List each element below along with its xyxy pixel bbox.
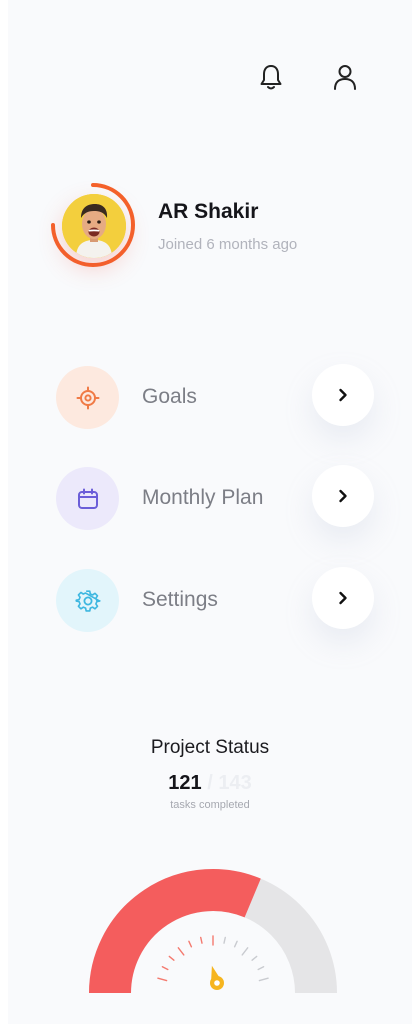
gauge-needle — [210, 965, 224, 990]
gauge-completed-arc — [89, 869, 261, 994]
avatar — [62, 194, 126, 258]
profile-screen: AR Shakir Joined 6 months ago Goals Mont… — [8, 0, 412, 1024]
gauge-tick — [241, 947, 249, 956]
chevron-right-icon — [339, 489, 347, 503]
account-button[interactable] — [330, 62, 360, 92]
monthly-plan-icon-badge — [56, 467, 119, 530]
menu-label-settings: Settings — [142, 588, 218, 611]
monthly-plan-chevron-button[interactable] — [312, 465, 374, 527]
avatar-face-image — [62, 194, 126, 258]
gear-icon — [74, 589, 100, 612]
gauge-tick — [168, 955, 175, 961]
gauge-tick — [233, 940, 238, 948]
chevron-right-icon — [339, 591, 347, 605]
gauge-tick — [223, 936, 227, 944]
gauge-tick — [161, 965, 169, 971]
user-icon — [334, 65, 356, 90]
chevron-right-icon — [339, 388, 347, 402]
goals-chevron-button[interactable] — [312, 364, 374, 426]
gauge-tick — [177, 947, 185, 956]
menu-label-goals: Goals — [142, 385, 197, 408]
gauge-tick — [199, 936, 203, 944]
tasks-total-count: 143 — [218, 772, 252, 794]
menu-item-goals[interactable]: Goals — [56, 364, 386, 430]
avatar-container[interactable] — [50, 182, 136, 268]
target-icon — [76, 386, 99, 409]
gauge-needle-hub-center — [214, 980, 220, 986]
gauge-tick — [188, 940, 193, 948]
calendar-icon — [77, 488, 98, 509]
goals-icon-badge — [56, 366, 119, 429]
menu-item-settings[interactable]: Settings — [56, 567, 386, 633]
gauge-tick — [257, 965, 265, 971]
menu-label-monthly-plan: Monthly Plan — [142, 486, 264, 509]
gauge-tick — [157, 977, 168, 982]
profile-name: AR Shakir — [158, 200, 259, 223]
joined-date: Joined 6 months ago — [158, 236, 298, 253]
count-separator: / — [207, 772, 213, 794]
project-status-title: Project Status — [150, 737, 270, 758]
tasks-count: 121 / 143 — [8, 772, 412, 795]
gauge-tick — [251, 955, 258, 961]
notification-button[interactable] — [256, 62, 286, 92]
gauge-tick — [258, 977, 269, 982]
menu-item-monthly-plan[interactable]: Monthly Plan — [56, 465, 386, 531]
project-progress-gauge — [89, 869, 337, 994]
settings-icon-badge — [56, 569, 119, 632]
profile-card: AR Shakir Joined 6 months ago — [50, 182, 380, 292]
tasks-caption: tasks completed — [170, 799, 250, 811]
tasks-completed-count: 121 — [168, 772, 202, 794]
bell-icon — [260, 65, 282, 90]
settings-chevron-button[interactable] — [312, 567, 374, 629]
